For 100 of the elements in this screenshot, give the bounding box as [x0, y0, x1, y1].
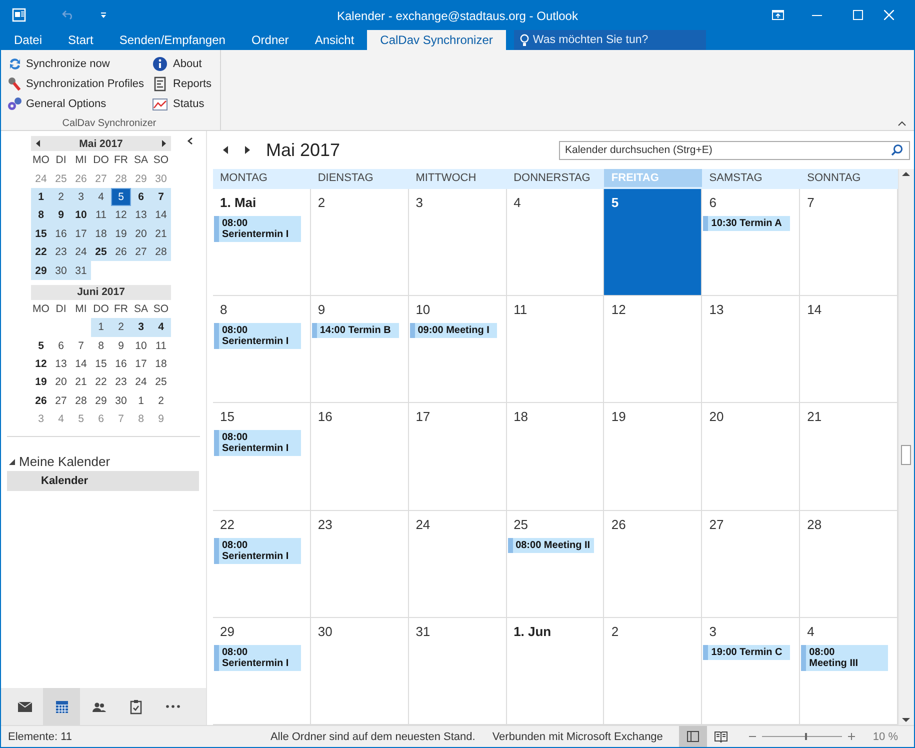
- calendar-event[interactable]: 08:00 Meeting III: [801, 644, 888, 671]
- date-cell[interactable]: 24: [131, 373, 151, 392]
- date-cell[interactable]: 6: [51, 336, 71, 355]
- date-cell[interactable]: 8: [91, 336, 111, 355]
- date-cell[interactable]: 25: [91, 242, 111, 262]
- view-button[interactable]: [678, 726, 707, 747]
- next-icon[interactable]: [245, 146, 250, 154]
- ribbon-button[interactable]: Synchronize now: [7, 54, 144, 74]
- day-cell[interactable]: 11: [506, 296, 604, 404]
- ribbon-tab[interactable]: Ordner: [238, 30, 302, 50]
- date-cell[interactable]: 4: [151, 318, 171, 337]
- app-icon[interactable]: [12, 8, 26, 22]
- day-cell[interactable]: 19: [604, 403, 702, 511]
- close-icon[interactable]: [884, 10, 894, 20]
- previous-month-icon[interactable]: [36, 140, 40, 147]
- calendar-event[interactable]: 08:00 Meeting II: [508, 538, 594, 553]
- scroll-thumb[interactable]: [901, 445, 911, 465]
- ribbon-display-icon[interactable]: [772, 10, 784, 20]
- search-icon[interactable]: [891, 144, 903, 156]
- day-cell[interactable]: 25 08:00 Meeting II: [506, 510, 604, 618]
- calendar-event[interactable]: 08:00 Serientermin I: [214, 430, 301, 456]
- tell-me-box[interactable]: Was möchten Sie tun?: [514, 30, 706, 50]
- folder-group-label[interactable]: Meine Kalender: [19, 454, 110, 470]
- day-cell[interactable]: 29 08:00 Serientermin I: [213, 618, 311, 725]
- date-cell[interactable]: 27: [51, 392, 71, 410]
- date-cell[interactable]: 29: [91, 392, 111, 410]
- day-cell[interactable]: 26: [604, 510, 702, 618]
- maximize-icon[interactable]: [853, 10, 863, 20]
- date-cell[interactable]: 28: [151, 242, 171, 262]
- day-cell[interactable]: 17: [408, 403, 507, 511]
- dropdown-icon[interactable]: [100, 12, 107, 18]
- date-cell[interactable]: 24: [71, 242, 91, 262]
- calendar-event[interactable]: 09:00 Meeting I: [410, 323, 497, 338]
- date-cell[interactable]: 2: [111, 318, 131, 337]
- day-cell[interactable]: 10 09:00 Meeting I: [408, 296, 507, 404]
- ribbon-tab[interactable]: CalDav Synchronizer: [367, 30, 506, 50]
- day-cell[interactable]: 12: [604, 296, 702, 404]
- date-cell[interactable]: 14: [71, 354, 91, 374]
- day-cell[interactable]: 22 08:00 Serientermin I: [213, 510, 311, 618]
- nav-button[interactable]: [43, 688, 80, 725]
- date-cell[interactable]: 7: [71, 336, 91, 355]
- date-cell[interactable]: 30: [51, 261, 71, 280]
- day-cell[interactable]: 4 08:00 Meeting III: [800, 618, 898, 725]
- date-cell[interactable]: 18: [91, 224, 111, 243]
- date-cell[interactable]: 13: [131, 206, 151, 225]
- day-cell[interactable]: 3 19:00 Termin C: [702, 618, 800, 725]
- date-cell[interactable]: 18: [151, 354, 171, 374]
- date-cell[interactable]: 5: [111, 188, 131, 206]
- ribbon-tab[interactable]: Start: [55, 30, 106, 50]
- calendar-event[interactable]: 08:00 Serientermin I: [214, 216, 301, 242]
- day-cell[interactable]: 8 08:00 Serientermin I: [213, 296, 311, 404]
- calendar-event[interactable]: 14:00 Termin B: [312, 323, 399, 338]
- date-cell[interactable]: 23: [111, 373, 131, 392]
- date-cell[interactable]: 10: [131, 336, 151, 355]
- scrollbar[interactable]: [898, 169, 914, 725]
- date-cell[interactable]: 3: [71, 188, 91, 206]
- day-cell[interactable]: 23: [310, 510, 409, 618]
- date-cell[interactable]: 26: [31, 392, 51, 410]
- expanded-triangle-icon[interactable]: [9, 458, 15, 465]
- date-cell[interactable]: 31: [71, 261, 91, 280]
- calendar-event[interactable]: 10:30 Termin A: [703, 216, 790, 231]
- date-cell[interactable]: 20: [51, 373, 71, 392]
- date-cell[interactable]: 3: [131, 318, 151, 337]
- ribbon-button[interactable]: Synchronization Profiles: [7, 74, 144, 94]
- date-cell[interactable]: 2: [151, 392, 171, 410]
- collapse-pane-icon[interactable]: [187, 137, 193, 145]
- search-box[interactable]: Kalender durchsuchen (Strg+E): [559, 140, 910, 160]
- date-cell[interactable]: 15: [31, 224, 51, 243]
- date-cell[interactable]: 29: [131, 169, 151, 188]
- date-cell[interactable]: 12: [111, 206, 131, 225]
- date-cell[interactable]: 23: [51, 242, 71, 262]
- date-cell[interactable]: 22: [31, 242, 51, 262]
- date-cell[interactable]: 30: [111, 392, 131, 410]
- ribbon-button[interactable]: General Options: [7, 94, 144, 114]
- date-cell[interactable]: 2: [51, 188, 71, 206]
- calendar-event[interactable]: 19:00 Termin C: [703, 644, 790, 660]
- date-cell[interactable]: 11: [91, 206, 111, 225]
- date-cell[interactable]: 8: [31, 206, 51, 225]
- ribbon-button[interactable]: About: [152, 54, 212, 74]
- date-cell[interactable]: 1: [91, 318, 111, 337]
- minus-icon[interactable]: [748, 733, 756, 740]
- next-month-icon[interactable]: [162, 140, 166, 147]
- date-cell[interactable]: 25: [151, 373, 171, 392]
- date-cell[interactable]: 27: [131, 242, 151, 262]
- day-cell[interactable]: 18: [506, 403, 604, 511]
- date-cell[interactable]: 22: [91, 373, 111, 392]
- date-cell[interactable]: 28: [71, 392, 91, 410]
- day-cell[interactable]: 13: [702, 296, 800, 404]
- date-cell[interactable]: 4: [91, 188, 111, 206]
- scroll-down-icon[interactable]: [902, 718, 910, 723]
- day-cell[interactable]: 5: [604, 189, 702, 296]
- calendar-event[interactable]: 08:00 Serientermin I: [214, 538, 301, 564]
- previous-icon[interactable]: [223, 146, 228, 154]
- date-cell[interactable]: 9: [111, 336, 131, 355]
- date-cell[interactable]: 17: [71, 224, 91, 243]
- day-cell[interactable]: 3: [408, 189, 507, 296]
- date-cell[interactable]: 26: [111, 242, 131, 262]
- folder-item[interactable]: Kalender: [7, 471, 199, 492]
- date-cell[interactable]: 21: [71, 373, 91, 392]
- ribbon-tab[interactable]: Datei: [1, 30, 56, 50]
